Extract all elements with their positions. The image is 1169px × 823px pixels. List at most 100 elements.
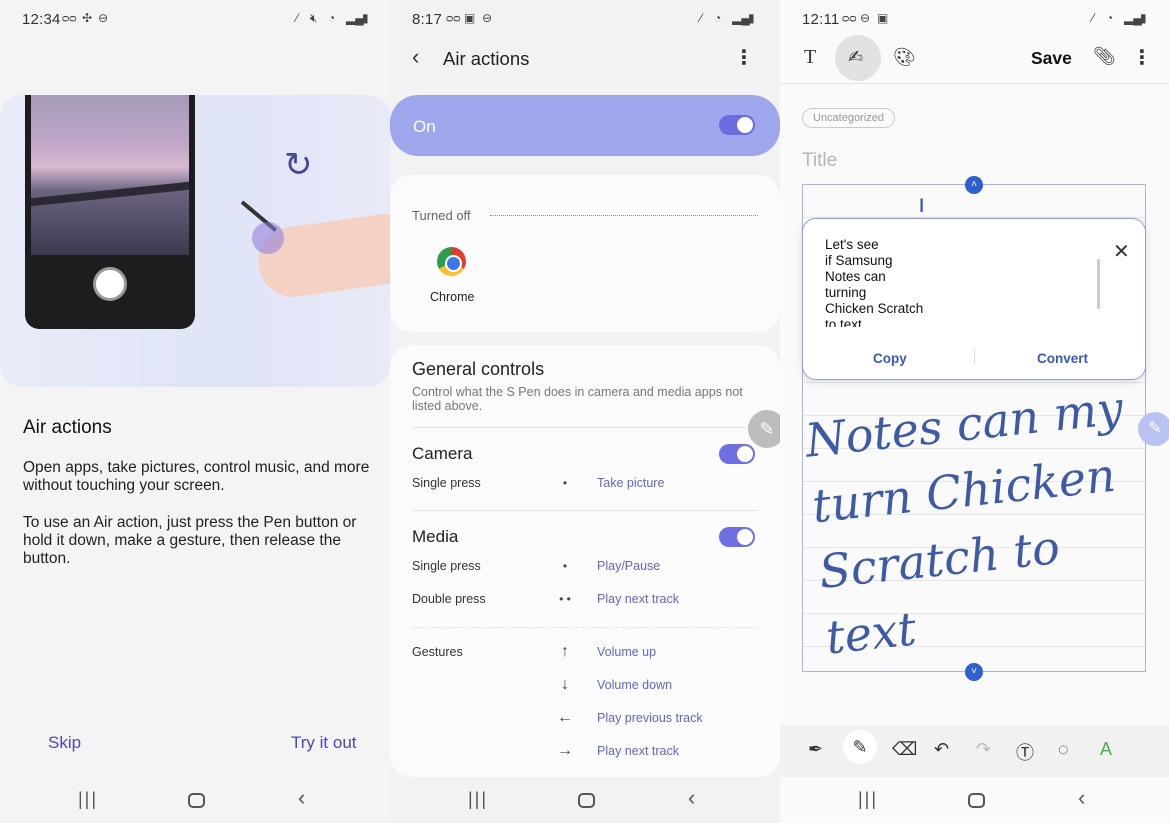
media-toggle[interactable]: [719, 527, 755, 547]
instructions: To use an Air action, just press the Pen…: [23, 514, 357, 567]
gesture-right-action[interactable]: Play next track: [597, 744, 679, 758]
status-time: 8:17: [412, 11, 442, 28]
back-arrow-icon[interactable]: ‹: [412, 44, 419, 70]
swipe-right-icon: →: [557, 742, 573, 759]
close-icon[interactable]: ✕: [1113, 239, 1130, 264]
battery-icon: ▮: [748, 11, 755, 25]
convert-button[interactable]: Convert: [1037, 351, 1088, 366]
copy-button[interactable]: Copy: [873, 351, 907, 366]
attach-icon[interactable]: 📎︎: [1093, 46, 1116, 67]
media-single-press-action[interactable]: Play/Pause: [597, 559, 660, 573]
camera-single-press-action[interactable]: Take picture: [597, 476, 664, 490]
save-button[interactable]: Save: [1031, 48, 1072, 69]
divider: [412, 627, 758, 628]
image-icon: ▣: [877, 11, 889, 25]
palette-icon[interactable]: 🎨︎: [893, 47, 916, 68]
section-title: General controls: [412, 359, 545, 379]
pen-button-highlight: [252, 222, 284, 254]
page-title: Air actions: [23, 417, 112, 438]
app-bar: ‹ Air actions ⋮: [390, 36, 780, 82]
do-not-disturb-icon: ⊖: [98, 11, 109, 25]
navigation-bar: ||| ‹: [780, 777, 1169, 823]
master-toggle[interactable]: [719, 115, 755, 135]
air-command-floating-icon[interactable]: ✎: [1138, 412, 1169, 446]
recents-icon[interactable]: |||: [78, 789, 98, 810]
double-press-gesture-icon: • •: [559, 592, 571, 606]
divider: [412, 510, 758, 511]
master-switch-label: On: [413, 117, 436, 136]
camera-single-press-label: Single press: [412, 476, 481, 490]
title-field[interactable]: Title: [802, 150, 837, 172]
lasso-icon[interactable]: ◌: [1058, 739, 1069, 760]
status-bar: 8:17 ᴑᴑ ▣ ⊖ ⁄ ◔ ▂▄ ▮: [390, 0, 780, 36]
navigation-bar: ||| ‹: [390, 777, 780, 823]
status-bar: 12:11 ᴑᴑ ⊖ ▣ ⁄ ◔ ▂▄ ▮: [780, 0, 1169, 36]
pen-mode-icon: ✍: [848, 47, 864, 67]
section-description: Control what the S Pen does in camera an…: [412, 385, 743, 413]
image-icon: ▣: [464, 11, 476, 25]
turned-off-label: Turned off: [412, 208, 471, 223]
swipe-left-icon: ←: [557, 709, 573, 726]
media-title[interactable]: Media: [412, 527, 458, 547]
mute-icon: 🔇︎: [310, 11, 318, 25]
scrollbar[interactable]: [1097, 259, 1100, 309]
pen-mode-button[interactable]: ✍: [835, 35, 881, 81]
media-double-press-action[interactable]: Play next track: [597, 592, 679, 606]
convert-text-popup: Let's see if Samsung Notes can turning C…: [802, 218, 1146, 380]
home-icon[interactable]: [968, 793, 985, 808]
navigation-bar: ||| ‹: [0, 777, 390, 823]
category-chip[interactable]: Uncategorized: [802, 108, 895, 128]
master-switch-bar[interactable]: On: [390, 95, 780, 156]
wifi-icon: ◔: [328, 11, 336, 25]
single-press-gesture-icon: •: [562, 559, 568, 573]
convert-handwriting-icon[interactable]: Ⓣ: [1016, 739, 1034, 765]
try-it-out-button[interactable]: Try it out: [291, 733, 357, 753]
home-icon[interactable]: [188, 793, 205, 808]
wifi-icon: ◔: [714, 11, 722, 25]
page-title: Air actions: [443, 48, 530, 69]
shutter-icon: [93, 267, 127, 301]
selection-handle-top[interactable]: ˄: [965, 176, 983, 194]
text-mode-icon[interactable]: T: [804, 46, 816, 69]
pen-tool-icon[interactable]: ✎: [843, 730, 877, 764]
camera-toggle[interactable]: [719, 444, 755, 464]
fountain-pen-icon[interactable]: ✒: [808, 739, 823, 760]
divider: [974, 349, 975, 365]
general-controls-card: General controls Control what the S Pen …: [390, 345, 780, 777]
phone-illustration: [25, 95, 195, 329]
chrome-icon[interactable]: [437, 247, 466, 276]
pinwheel-icon: ✣: [82, 11, 93, 25]
gesture-up-action[interactable]: Volume up: [597, 645, 656, 659]
status-bar: 12:34 ᴑᴑ ✣ ⊖ ⁄ 🔇︎ ◔ ▂▄ ▮: [0, 0, 390, 36]
back-icon[interactable]: ‹: [1078, 785, 1085, 811]
do-not-disturb-icon: ⊖: [482, 11, 493, 25]
notes-toolbar: T ✍ 🎨︎ Save 📎︎ ⋮: [780, 35, 1169, 84]
wifi-icon: ◔: [1106, 11, 1114, 25]
eraser-icon[interactable]: ⌫: [892, 739, 917, 760]
gesture-left-action[interactable]: Play previous track: [597, 711, 703, 725]
back-icon[interactable]: ‹: [298, 785, 305, 811]
recents-icon[interactable]: |||: [468, 789, 488, 810]
air-actions-settings-screen: 8:17 ᴑᴑ ▣ ⊖ ⁄ ◔ ▂▄ ▮ ‹ Air actions ⋮ On …: [390, 0, 780, 823]
description: Open apps, take pictures, control music,…: [23, 459, 370, 494]
app-name[interactable]: Chrome: [430, 290, 474, 304]
more-options-icon[interactable]: ⋮: [734, 45, 754, 70]
voicemail-icon: ᴑᴑ: [842, 11, 857, 25]
voicemail-icon: ᴑᴑ: [62, 11, 77, 25]
do-not-disturb-icon: ⊖: [860, 11, 871, 25]
pen-icon: ⁄: [700, 11, 703, 25]
recents-icon[interactable]: |||: [858, 789, 878, 810]
back-icon[interactable]: ‹: [688, 785, 695, 811]
redo-icon[interactable]: ↷: [976, 739, 991, 760]
gesture-down-action[interactable]: Volume down: [597, 678, 672, 692]
pen-icon: ⁄: [1092, 11, 1095, 25]
text-style-icon[interactable]: A: [1100, 739, 1112, 760]
home-icon[interactable]: [578, 793, 595, 808]
selection-handle-bottom[interactable]: ˅: [965, 663, 983, 681]
camera-title[interactable]: Camera: [412, 444, 472, 464]
status-time: 12:34: [22, 11, 61, 28]
undo-icon[interactable]: ↶: [934, 739, 949, 760]
more-options-icon[interactable]: ⋮: [1132, 45, 1152, 70]
media-double-press-label: Double press: [412, 592, 486, 606]
skip-button[interactable]: Skip: [48, 733, 81, 753]
